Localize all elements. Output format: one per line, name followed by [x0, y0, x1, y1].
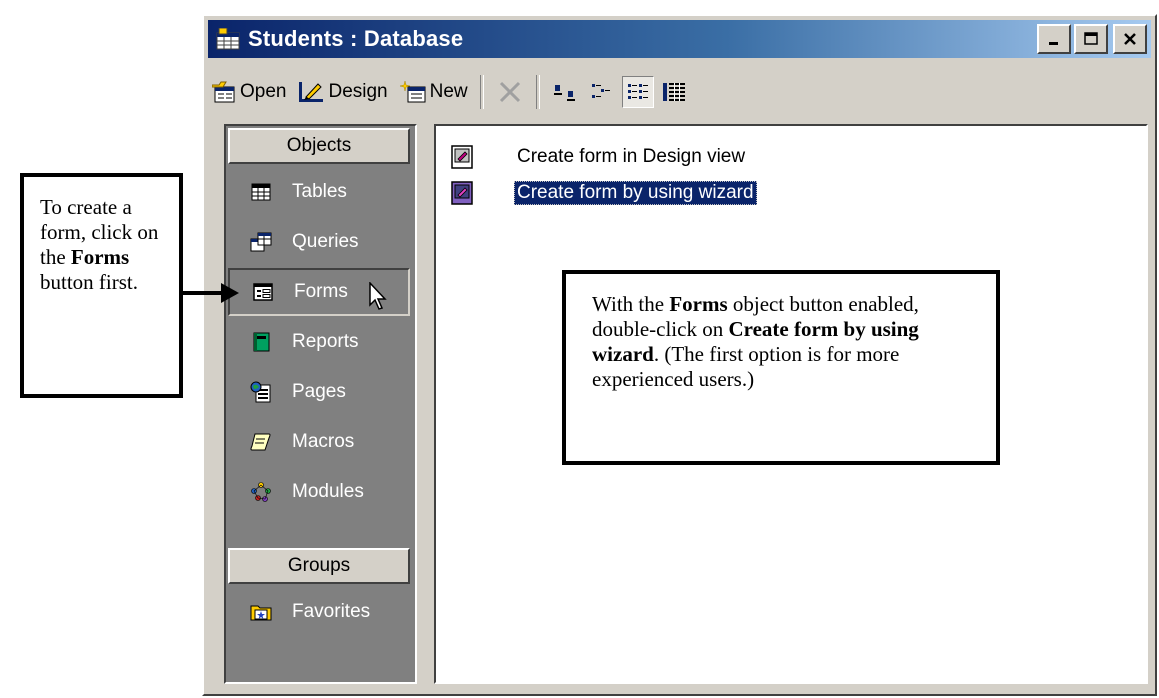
- list-item-wizard[interactable]: Create form by using wizard: [450, 180, 757, 206]
- object-label: Macros: [292, 431, 355, 452]
- objects-header-label: Objects: [286, 135, 352, 156]
- objects-header-button[interactable]: Objects: [228, 128, 410, 164]
- details-view-button[interactable]: [658, 76, 690, 108]
- delete-button[interactable]: [494, 76, 526, 108]
- groups-header-button[interactable]: Groups: [228, 548, 410, 584]
- open-icon: [212, 81, 235, 103]
- table-icon: [251, 183, 271, 201]
- new-icon: [399, 81, 426, 103]
- title-bar[interactable]: Students : Database: [208, 20, 1151, 58]
- group-favorites[interactable]: Favorites: [228, 588, 410, 636]
- large-icons-button[interactable]: [550, 76, 582, 108]
- callout-text: button first.: [40, 270, 138, 294]
- small-icons-icon: [591, 84, 610, 98]
- macro-icon: [250, 433, 271, 451]
- object-macros[interactable]: Macros: [228, 418, 410, 466]
- mouse-cursor-icon: [369, 282, 387, 310]
- callout-bold-text: Forms: [669, 292, 728, 316]
- callout-text: With the: [592, 292, 670, 316]
- design-icon: [299, 82, 324, 102]
- design-button[interactable]: Design: [298, 81, 388, 103]
- list-item-label: Create form by using wizard: [514, 181, 757, 205]
- object-label: Tables: [292, 181, 347, 202]
- instruction-callout-left: To create a form, click on the Forms but…: [20, 173, 183, 398]
- minimize-icon: [1049, 42, 1058, 45]
- object-label: Modules: [292, 481, 364, 502]
- database-toolbar: Open Design New: [212, 72, 1147, 112]
- objects-bar: Objects Tables Queries Forms Reports Pag…: [224, 124, 417, 684]
- favorites-folder-icon: [250, 605, 272, 621]
- object-label: Reports: [292, 331, 359, 352]
- object-label: Queries: [292, 231, 359, 252]
- open-button[interactable]: Open: [212, 81, 286, 103]
- toolbar-separator: [535, 75, 540, 109]
- close-icon: [1124, 33, 1136, 45]
- list-item-design-view[interactable]: Create form in Design view: [450, 144, 748, 170]
- groups-header-label: Groups: [287, 555, 351, 576]
- design-label: Design: [328, 81, 388, 102]
- object-reports[interactable]: Reports: [228, 318, 410, 366]
- group-label: Favorites: [292, 601, 371, 622]
- object-queries[interactable]: Queries: [228, 218, 410, 266]
- instruction-callout-right: With the Forms object button enabled, do…: [562, 270, 1000, 465]
- close-button[interactable]: [1113, 24, 1147, 54]
- minimize-button[interactable]: [1037, 24, 1071, 54]
- window-title: Students : Database: [248, 26, 464, 51]
- database-app-icon: [216, 28, 240, 50]
- object-modules[interactable]: Modules: [228, 468, 410, 516]
- page-icon: [250, 381, 271, 403]
- form-icon: [253, 283, 273, 301]
- callout-bold-text: Forms: [70, 245, 130, 269]
- object-forms[interactable]: Forms: [228, 268, 410, 316]
- toolbar-separator: [479, 75, 484, 109]
- open-label: Open: [240, 81, 287, 102]
- list-icon: [627, 84, 648, 99]
- report-icon: [253, 332, 270, 352]
- object-label: Pages: [292, 381, 346, 402]
- form-wizard-icon: [451, 181, 473, 205]
- object-pages[interactable]: Pages: [228, 368, 410, 416]
- delete-icon: [499, 81, 520, 103]
- object-tables[interactable]: Tables: [228, 168, 410, 216]
- window-controls: [1037, 24, 1147, 54]
- list-view-button[interactable]: [621, 76, 654, 108]
- new-label: New: [429, 81, 468, 102]
- query-icon: [250, 232, 272, 252]
- maximize-icon: [1084, 32, 1098, 45]
- list-item-label: Create form in Design view: [517, 146, 746, 167]
- callout-arrow: [183, 283, 239, 303]
- small-icons-button[interactable]: [586, 76, 618, 108]
- large-icons-icon: [553, 85, 575, 101]
- new-button[interactable]: New: [399, 81, 468, 103]
- form-design-icon: [451, 145, 473, 169]
- maximize-button[interactable]: [1074, 24, 1108, 54]
- module-icon: [251, 482, 271, 502]
- details-icon: [662, 83, 685, 101]
- object-label: Forms: [294, 281, 348, 302]
